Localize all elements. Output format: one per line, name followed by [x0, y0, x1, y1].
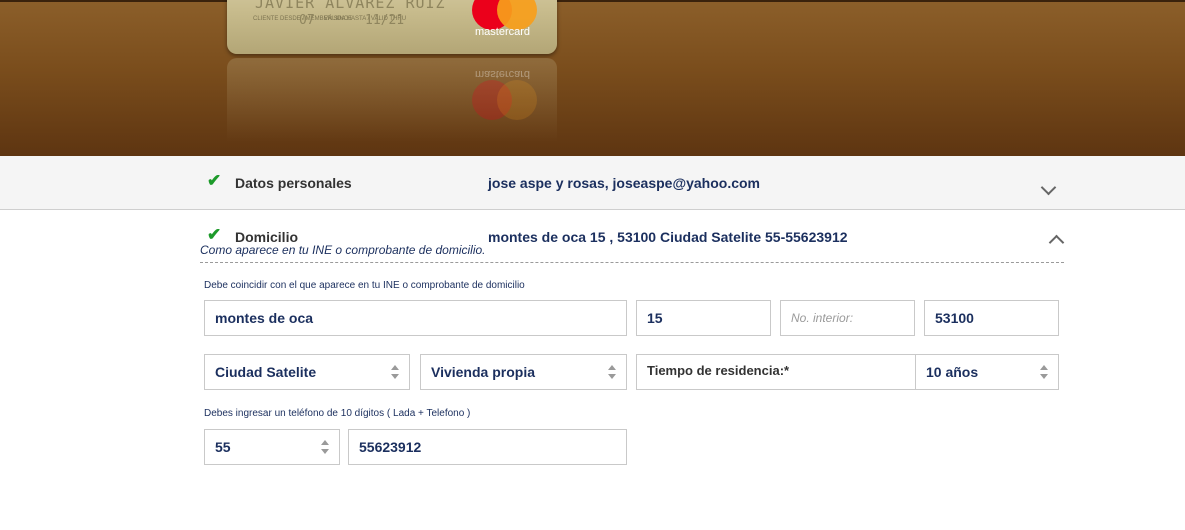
exterior-number-input[interactable]: 15	[636, 300, 771, 336]
colonia-select[interactable]: Ciudad Satelite	[204, 354, 410, 390]
address-hint: Como aparece en tu INE o comprobante de …	[200, 243, 486, 257]
card-member-since: 07	[299, 13, 315, 28]
phone-number-value: 55623912	[359, 439, 422, 455]
housing-type-value: Vivienda propia	[431, 364, 535, 380]
postal-code-value: 53100	[935, 310, 974, 326]
credit-card-reflection: mastercard	[227, 58, 557, 142]
phone-number-input[interactable]: 55623912	[348, 429, 627, 465]
mastercard-wordmark: mastercard	[475, 26, 531, 38]
phone-area-code-value: 55	[215, 439, 231, 455]
section-personal-summary: jose aspe y rosas, joseaspe@yahoo.com	[488, 175, 760, 191]
residence-time-label-box: Tiempo de residencia:*	[636, 354, 916, 390]
phone-area-code-select[interactable]: 55	[204, 429, 340, 465]
checkmark-icon: ✔	[207, 225, 222, 244]
select-arrows-icon	[1040, 365, 1048, 379]
colonia-value: Ciudad Satelite	[215, 364, 317, 380]
banner-top-edge	[0, 0, 1185, 2]
section-personal-title: Datos personales	[235, 175, 352, 191]
select-arrows-icon	[321, 440, 329, 454]
section-divider	[200, 262, 1064, 263]
street-input[interactable]: montes de oca	[204, 300, 627, 336]
credit-card-image: JAVIER ALVAREZ RUIZ CLIENTE DESDE / MEMB…	[227, 0, 557, 54]
street-value: montes de oca	[215, 310, 314, 326]
residence-time-label: Tiempo de residencia:*	[647, 363, 790, 378]
interior-number-input[interactable]: No. interior:	[780, 300, 915, 336]
postal-code-input[interactable]: 53100	[924, 300, 1059, 336]
hero-banner: JAVIER ALVAREZ RUIZ CLIENTE DESDE / MEMB…	[0, 0, 1185, 156]
card-valid-thru: 11/21	[365, 13, 405, 28]
chevron-up-icon[interactable]	[1048, 234, 1065, 251]
housing-type-select[interactable]: Vivienda propia	[420, 354, 627, 390]
select-arrows-icon	[608, 365, 616, 379]
section-address-summary: montes de oca 15 , 53100 Ciudad Satelite…	[488, 229, 848, 245]
residence-time-select[interactable]: 10 años	[915, 354, 1059, 390]
interior-number-placeholder: No. interior:	[791, 311, 854, 325]
select-arrows-icon	[391, 365, 399, 379]
exterior-number-value: 15	[647, 310, 663, 326]
card-holder-name: JAVIER ALVAREZ RUIZ	[255, 0, 446, 12]
address-help-text: Debe coincidir con el que aparece en tu …	[204, 280, 525, 291]
checkmark-icon: ✔	[207, 171, 222, 190]
card-reflection-wordmark: mastercard	[475, 68, 531, 80]
reflection-orange-circle	[497, 80, 537, 120]
phone-help-text: Debes ingresar un teléfono de 10 dígitos…	[204, 408, 471, 419]
residence-time-value: 10 años	[926, 364, 979, 380]
